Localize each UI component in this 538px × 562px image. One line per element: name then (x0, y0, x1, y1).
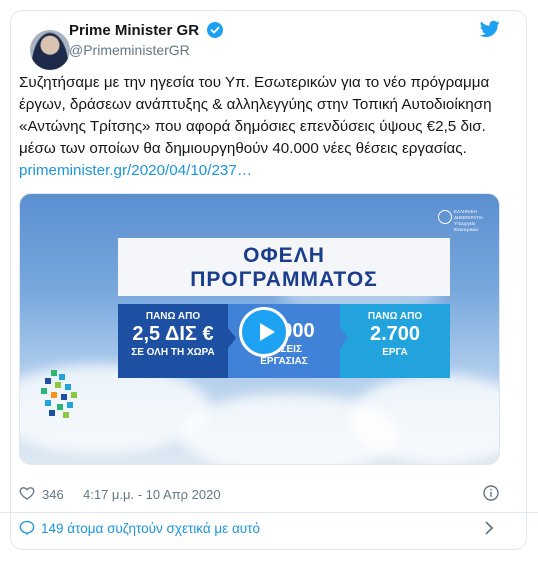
video-thumbnail[interactable]: ΕΛΛΗΝΙΚΗ ΔΗΜΟΚΡΑΤΙΑ Υπουργείο Εσωτερικών… (19, 193, 500, 465)
ministry-label: ΕΛΛΗΝΙΚΗ ΔΗΜΟΚΡΑΤΙΑ Υπουργείο Εσωτερικών (454, 209, 483, 232)
stat-value: 2.700 (369, 323, 421, 345)
stat-box-investment: ΠΑΝΩ ΑΠΟ 2,5 ΔΙΣ € ΣΕ ΟΛΗ ΤΗ ΧΩΡΑ (118, 304, 228, 378)
author-handle[interactable]: @PrimeministerGR (69, 42, 190, 58)
reply-bubble-icon (19, 520, 35, 535)
arrow-shape (340, 328, 348, 348)
benefits-banner: ΟΦΕΛΗ ΠΡΟΓΡΑΜΜΑΤΟΣ (118, 238, 450, 296)
info-icon[interactable] (483, 485, 499, 501)
like-heart-icon[interactable] (19, 485, 35, 501)
like-count[interactable]: 346 (42, 487, 64, 502)
verified-badge-icon (207, 22, 223, 38)
mosaic-logo-icon (37, 370, 97, 430)
tweet-timestamp[interactable]: 4:17 μ.μ. - 10 Απρ 2020 (83, 487, 221, 502)
stat-prefix: ΠΑΝΩ ΑΠΟ (367, 311, 423, 322)
play-button-icon[interactable] (239, 307, 289, 357)
twitter-bird-icon[interactable] (480, 20, 500, 38)
author-name[interactable]: Prime Minister GR (69, 22, 199, 39)
tweet-body: Συζητήσαμε με την ηγεσία του Υπ. Εσωτερι… (19, 74, 492, 157)
tweet-link[interactable]: primeminister.gr/2020/04/10/237… (19, 162, 252, 179)
avatar[interactable] (30, 30, 70, 70)
banner-line-1: ΟΦΕΛΗ (243, 244, 325, 267)
conversation-count[interactable]: 149 άτομα συζητούν σχετικά με αυτό (41, 521, 260, 536)
stat-caption: ΕΡΓΑ (382, 347, 408, 358)
stat-caption: ΕΡΓΑΣΙΑΣ (260, 356, 308, 367)
arrow-shape (228, 328, 236, 348)
greek-government-logo-icon (438, 210, 452, 224)
stat-caption: ΣΕ ΟΛΗ ΤΗ ΧΩΡΑ (131, 347, 215, 358)
banner-line-2: ΠΡΟΓΡΑΜΜΑΤΟΣ (190, 268, 378, 291)
stat-prefix: ΠΑΝΩ ΑΠΟ (145, 311, 201, 322)
stat-box-projects: ΠΑΝΩ ΑΠΟ 2.700 ΕΡΓΑ (340, 304, 450, 378)
stat-value: 2,5 ΔΙΣ € (132, 323, 214, 345)
tweet-text: Συζητήσαμε με την ηγεσία του Υπ. Εσωτερι… (19, 72, 499, 182)
chevron-right-icon[interactable] (484, 521, 494, 535)
